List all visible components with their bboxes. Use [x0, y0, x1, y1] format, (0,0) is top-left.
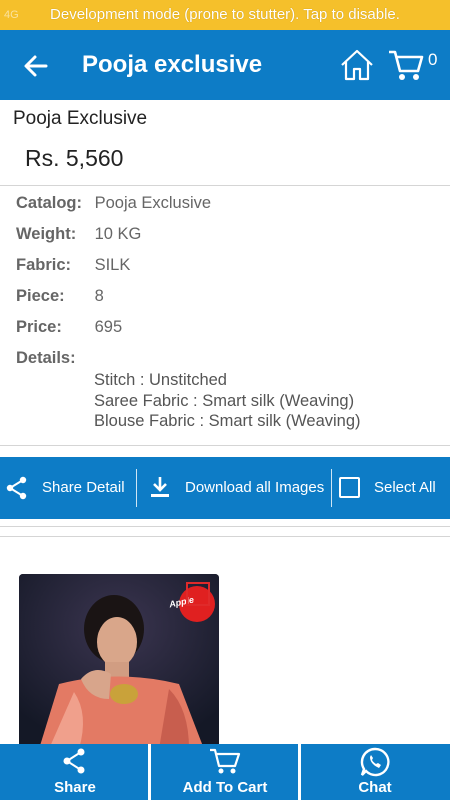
divider	[0, 445, 450, 446]
spec-row-weight: Weight: 10 KG	[16, 225, 141, 244]
details-line: Stitch : Unstitched	[94, 371, 227, 389]
share-button[interactable]: Share	[0, 744, 150, 800]
details-text: Stitch : Unstitched Saree Fabric : Smart…	[94, 370, 361, 432]
share-detail-label: Share Detail	[42, 479, 125, 496]
add-to-cart-button[interactable]: Add To Cart	[150, 744, 300, 800]
separator	[331, 469, 332, 507]
select-all-label: Select All	[374, 479, 436, 496]
spec-label: Fabric:	[16, 256, 72, 274]
divider	[0, 536, 450, 537]
cart-icon[interactable]	[388, 48, 424, 82]
spec-label: Details:	[16, 349, 76, 367]
bottom-bar: Share Add To Cart Chat	[0, 744, 450, 800]
whatsapp-icon	[360, 747, 390, 777]
separator	[136, 469, 137, 507]
share-icon	[6, 476, 27, 500]
details-line: Blouse Fabric : Smart silk (Weaving)	[94, 412, 361, 430]
divider	[0, 185, 450, 186]
app-bar: Pooja exclusive 0	[0, 30, 450, 100]
status-bar[interactable]: 4G Development mode (prone to stutter). …	[0, 0, 450, 30]
download-icon	[151, 477, 169, 497]
spec-value: 8	[94, 287, 104, 305]
cart-icon	[210, 748, 241, 774]
spec-row-fabric: Fabric: SILK	[16, 256, 130, 275]
home-icon[interactable]	[340, 49, 374, 81]
spec-value: 10 KG	[94, 225, 142, 243]
share-label: Share	[54, 779, 96, 796]
download-all-label: Download all Images	[185, 479, 325, 496]
spec-row-piece: Piece: 8	[16, 287, 104, 306]
spec-row-price: Price: 695	[16, 318, 122, 337]
product-price: Rs. 5,560	[25, 145, 124, 171]
checkbox-icon	[339, 477, 360, 498]
spec-row-details: Details:	[16, 349, 90, 368]
action-bar: Share Detail Download all Images Select …	[0, 457, 450, 519]
add-to-cart-label: Add To Cart	[182, 779, 268, 796]
signal-indicator: 4G	[4, 9, 19, 21]
spec-label: Weight:	[16, 225, 77, 243]
page-title: Pooja exclusive	[82, 51, 263, 78]
spec-value: 695	[94, 318, 123, 336]
chat-label: Chat	[358, 779, 392, 796]
spec-row-catalog: Catalog: Pooja Exclusive	[16, 194, 211, 213]
spec-value: SILK	[94, 256, 131, 274]
dev-mode-banner[interactable]: Development mode (prone to stutter). Tap…	[50, 6, 400, 23]
spec-label: Price:	[16, 318, 62, 336]
divider	[0, 526, 450, 527]
cart-count-badge: 0	[428, 50, 438, 69]
spec-label: Piece:	[16, 287, 65, 305]
spec-label: Catalog:	[16, 194, 82, 212]
share-icon	[63, 748, 85, 774]
product-name: Pooja Exclusive	[13, 108, 148, 129]
back-arrow-icon[interactable]	[20, 50, 52, 82]
details-line: Saree Fabric : Smart silk (Weaving)	[94, 391, 355, 410]
spec-value: Pooja Exclusive	[94, 194, 212, 212]
chat-button[interactable]: Chat	[300, 744, 450, 800]
image-select-checkbox[interactable]	[186, 582, 210, 606]
